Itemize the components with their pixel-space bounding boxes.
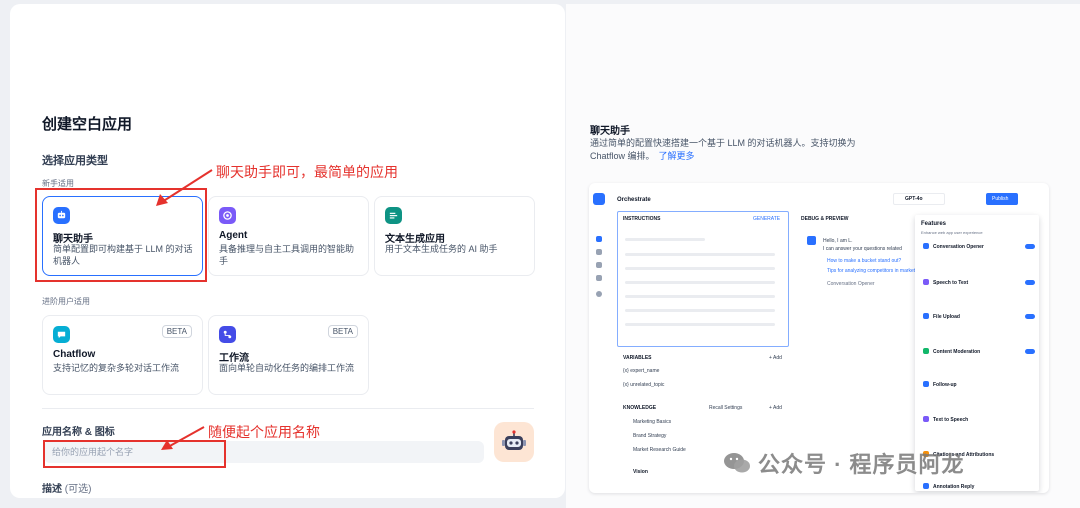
- page: 创建空白应用 选择应用类型 新手适用 聊天助手 简单配置即可构建基于 LLM 的…: [0, 0, 1080, 508]
- app-type-workflow[interactable]: BETA 工作流 面向单轮自动化任务的编排工作流: [208, 315, 369, 395]
- annotation-arrow-icon: [161, 426, 205, 450]
- workflow-icon: [219, 326, 236, 343]
- annotation-arrow-icon: [156, 169, 213, 206]
- app-type-name: Agent: [219, 230, 248, 241]
- app-type-chatflow[interactable]: BETA Chatflow 支持记忆的复杂多轮对话工作流: [42, 315, 203, 395]
- divider: [42, 408, 534, 409]
- wechat-logo-icon: [724, 453, 750, 473]
- app-type-section-label: 选择应用类型: [42, 155, 108, 167]
- app-logo-icon: [593, 193, 605, 205]
- preview-instructions: INSTRUCTIONS: [623, 216, 661, 222]
- preview-model: GPT-4o: [905, 196, 923, 202]
- feature-name: Text to Speech: [933, 417, 969, 423]
- description-label-text: 描述: [42, 484, 62, 495]
- preview-description: 通过简单的配置快速搭建一个基于 LLM 的对话机器人。支持切换为 Chatflo…: [590, 137, 870, 163]
- advanced-group-label: 进阶用户适用: [42, 297, 90, 306]
- agent-icon: [219, 207, 236, 224]
- preview-description-text: 通过简单的配置快速搭建一个基于 LLM 的对话机器人。支持切换为 Chatflo…: [590, 138, 856, 161]
- feature-icon: [923, 381, 929, 387]
- feature-icon: [923, 483, 929, 489]
- preview-greeting: Hello, I am L.: [823, 238, 853, 244]
- chatflow-icon: [53, 326, 70, 343]
- preview-add: + Add: [769, 355, 782, 361]
- beta-badge: BETA: [327, 325, 358, 338]
- preview-add: + Add: [769, 405, 782, 411]
- feature-icon: [923, 313, 929, 319]
- placeholder-line: [625, 295, 775, 298]
- dialog-title: 创建空白应用: [42, 116, 133, 133]
- app-name-label: 应用名称 & 图标: [42, 427, 115, 438]
- rail-monitor-icon: [596, 275, 602, 281]
- preview-generate: GENERATE: [753, 216, 781, 222]
- placeholder-line: [625, 281, 775, 284]
- app-type-name: Chatflow: [53, 349, 96, 360]
- preview-kb: Market Research Guide: [633, 447, 686, 453]
- app-type-desc: 用于文本生成任务的 AI 助手: [385, 244, 498, 254]
- feature-name: Speech to Text: [933, 280, 969, 286]
- preview-variables: VARIABLES: [623, 355, 652, 361]
- feature-icon: [923, 416, 929, 422]
- preview-kb: Marketing Basics: [633, 419, 672, 425]
- annotation-type-note: 聊天助手即可，最简单的应用: [216, 164, 398, 180]
- optional-hint: (可选): [64, 484, 92, 495]
- description-label: 描述 (可选): [42, 480, 91, 495]
- feature-name: Annotation Reply: [933, 484, 975, 490]
- watermark: 公众号 · 程序员阿龙: [722, 447, 965, 479]
- app-type-desc: 支持记忆的复杂多轮对话工作流: [53, 363, 180, 373]
- watermark-text: 公众号 · 程序员阿龙: [758, 452, 965, 477]
- text-generator-icon: [385, 207, 402, 224]
- app-icon-picker[interactable]: [494, 422, 534, 462]
- feature-toggle: [1025, 280, 1035, 285]
- features-subtitle: Enhance web app user experience: [921, 230, 983, 235]
- robot-avatar-icon: [502, 430, 526, 450]
- bot-avatar-icon: [807, 236, 816, 245]
- preview-opener: Conversation Opener: [827, 281, 875, 287]
- preview-question: Tips for analyzing competitors in market: [827, 268, 916, 274]
- preview-debug: DEBUG & PREVIEW: [801, 216, 849, 222]
- placeholder-line: [625, 309, 775, 312]
- feature-toggle: [1025, 349, 1035, 354]
- preview-orchestrate: Orchestrate: [617, 197, 651, 203]
- app-type-desc: 面向单轮自动化任务的编排工作流: [219, 363, 355, 373]
- features-title: Features: [921, 221, 947, 227]
- feature-name: Conversation Opener: [933, 244, 984, 250]
- feature-toggle: [1025, 314, 1035, 319]
- preview-recall: Recall Settings: [709, 405, 743, 411]
- preview-var: {x} expert_name: [623, 368, 660, 374]
- feature-icon: [923, 348, 929, 354]
- annotation-name-note: 随便起个应用名称: [208, 424, 320, 440]
- placeholder-line: [625, 267, 775, 270]
- feature-toggle: [1025, 244, 1035, 249]
- placeholder-line: [625, 253, 775, 256]
- preview-question: How to make a bucket stand out?: [827, 258, 902, 264]
- rail-logs-icon: [596, 262, 602, 268]
- feature-name: File Upload: [933, 314, 960, 320]
- rail-api-icon: [596, 249, 602, 255]
- feature-icon: [923, 243, 929, 249]
- preview-var: {x} unrelated_topic: [623, 382, 665, 388]
- feature-icon: [923, 279, 929, 285]
- preview-publish: Publish: [992, 196, 1009, 202]
- placeholder-line: [625, 323, 775, 326]
- preview-vision: Vision: [633, 469, 648, 475]
- learn-more-link[interactable]: 了解更多: [659, 151, 695, 161]
- rail-orchestrate-icon: [596, 236, 602, 242]
- feature-name: Content Moderation: [933, 349, 981, 355]
- app-type-agent[interactable]: Agent 具备推理与自主工具调用的智能助手: [208, 196, 369, 276]
- feature-name: Follow-up: [933, 382, 957, 388]
- beta-badge: BETA: [161, 325, 192, 338]
- preview-greeting: I can answer your questions related: [823, 246, 902, 252]
- app-type-desc: 具备推理与自主工具调用的智能助手: [219, 244, 355, 266]
- placeholder-line: [625, 238, 705, 241]
- app-type-text-generator[interactable]: 文本生成应用 用于文本生成任务的 AI 助手: [374, 196, 535, 276]
- preview-kb: Brand Strategy: [633, 433, 667, 439]
- rail-settings-icon: [596, 291, 602, 297]
- preview-knowledge: KNOWLEDGE: [623, 405, 657, 411]
- preview-title: 聊天助手: [590, 126, 630, 137]
- instructions-box: [617, 211, 789, 347]
